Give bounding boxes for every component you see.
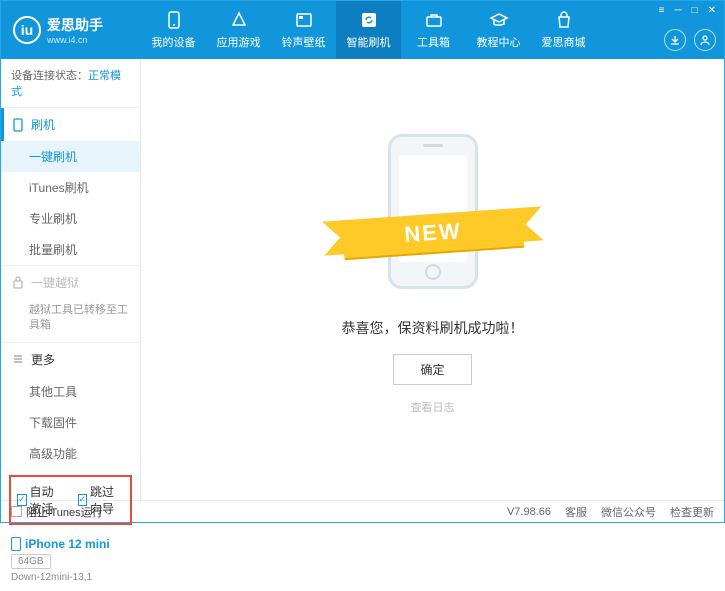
list-icon bbox=[11, 352, 25, 366]
download-button[interactable] bbox=[664, 29, 686, 51]
appstore-icon bbox=[229, 10, 249, 30]
device-capacity: 64GB bbox=[11, 554, 51, 569]
version-label: V7.98.66 bbox=[507, 506, 551, 518]
user-button[interactable] bbox=[694, 29, 716, 51]
view-log-link[interactable]: 查看日志 bbox=[411, 399, 455, 415]
lock-icon bbox=[11, 276, 25, 290]
sidebar-item-batch-flash[interactable]: 批量刷机 bbox=[1, 234, 140, 265]
nav-label: 铃声壁纸 bbox=[282, 34, 326, 50]
nav-tutorials[interactable]: 教程中心 bbox=[466, 1, 531, 59]
refresh-icon bbox=[359, 10, 379, 30]
nav-label: 我的设备 bbox=[152, 34, 196, 50]
nav-label: 教程中心 bbox=[477, 34, 521, 50]
check-update-link[interactable]: 检查更新 bbox=[670, 504, 714, 520]
minimize-icon[interactable]: ─ bbox=[674, 5, 681, 16]
phone-icon bbox=[11, 118, 25, 132]
close-icon[interactable]: ✕ bbox=[708, 5, 716, 16]
app-header: iu 爱思助手 www.i4.cn 我的设备 应用游戏 铃声壁纸 智能刷机 工具… bbox=[1, 1, 724, 59]
logo-area: iu 爱思助手 www.i4.cn bbox=[1, 15, 141, 45]
connection-status: 设备连接状态：正常模式 bbox=[1, 59, 140, 107]
sidebar-item-oneclick-flash[interactable]: 一键刷机 bbox=[1, 141, 140, 172]
device-icon bbox=[11, 537, 21, 551]
nav-label: 工具箱 bbox=[417, 34, 450, 50]
success-message: 恭喜您，保资料刷机成功啦！ bbox=[342, 318, 524, 338]
nav-label: 爱思商城 bbox=[542, 34, 586, 50]
app-url: www.i4.cn bbox=[47, 35, 103, 45]
wechat-link[interactable]: 微信公众号 bbox=[601, 504, 656, 520]
confirm-button[interactable]: 确定 bbox=[393, 354, 471, 385]
sidebar-head-jailbreak[interactable]: 一键越狱 bbox=[1, 266, 140, 299]
sidebar-item-other-tools[interactable]: 其他工具 bbox=[1, 376, 140, 407]
sidebar-item-pro-flash[interactable]: 专业刷机 bbox=[1, 203, 140, 234]
nav-label: 应用游戏 bbox=[217, 34, 261, 50]
device-firmware: Down-12mini-13,1 bbox=[11, 572, 130, 583]
main-nav: 我的设备 应用游戏 铃声壁纸 智能刷机 工具箱 教程中心 爱思商城 bbox=[141, 1, 724, 59]
device-info: iPhone 12 mini 64GB Down-12mini-13,1 bbox=[1, 531, 140, 591]
block-itunes-checkbox[interactable]: 阻止iTunes运行 bbox=[11, 504, 103, 520]
checkbox-unchecked-icon bbox=[11, 506, 22, 517]
jailbreak-note: 越狱工具已转移至工具箱 bbox=[1, 299, 140, 342]
sidebar-item-advanced[interactable]: 高级功能 bbox=[1, 438, 140, 469]
app-logo-icon: iu bbox=[13, 16, 41, 44]
nav-apps-games[interactable]: 应用游戏 bbox=[206, 1, 271, 59]
sidebar-item-download-firmware[interactable]: 下载固件 bbox=[1, 407, 140, 438]
customer-service-link[interactable]: 客服 bbox=[565, 504, 587, 520]
sidebar: 设备连接状态：正常模式 刷机 一键刷机 iTunes刷机 专业刷机 批量刷机 一… bbox=[1, 59, 141, 500]
device-name[interactable]: iPhone 12 mini bbox=[11, 537, 130, 551]
window-controls: ≡ ─ □ ✕ bbox=[659, 5, 716, 16]
new-ribbon: NEW bbox=[341, 208, 523, 258]
bag-icon bbox=[554, 10, 574, 30]
toolbox-icon bbox=[424, 10, 444, 30]
main-panel: NEW 恭喜您，保资料刷机成功啦！ 确定 查看日志 bbox=[141, 59, 724, 500]
sidebar-item-itunes-flash[interactable]: iTunes刷机 bbox=[1, 172, 140, 203]
app-title: 爱思助手 bbox=[47, 15, 103, 35]
nav-my-device[interactable]: 我的设备 bbox=[141, 1, 206, 59]
wallpaper-icon bbox=[294, 10, 314, 30]
phone-icon bbox=[164, 10, 184, 30]
menu-icon[interactable]: ≡ bbox=[659, 5, 665, 16]
nav-store[interactable]: 爱思商城 bbox=[531, 1, 596, 59]
nav-ringtones[interactable]: 铃声壁纸 bbox=[271, 1, 336, 59]
sidebar-head-flash[interactable]: 刷机 bbox=[1, 108, 140, 141]
sidebar-head-more[interactable]: 更多 bbox=[1, 343, 140, 376]
graduation-icon bbox=[489, 10, 509, 30]
nav-smart-flash[interactable]: 智能刷机 bbox=[336, 1, 401, 59]
success-illustration: NEW bbox=[333, 124, 533, 294]
nav-toolbox[interactable]: 工具箱 bbox=[401, 1, 466, 59]
maximize-icon[interactable]: □ bbox=[692, 5, 698, 16]
nav-label: 智能刷机 bbox=[347, 34, 391, 50]
